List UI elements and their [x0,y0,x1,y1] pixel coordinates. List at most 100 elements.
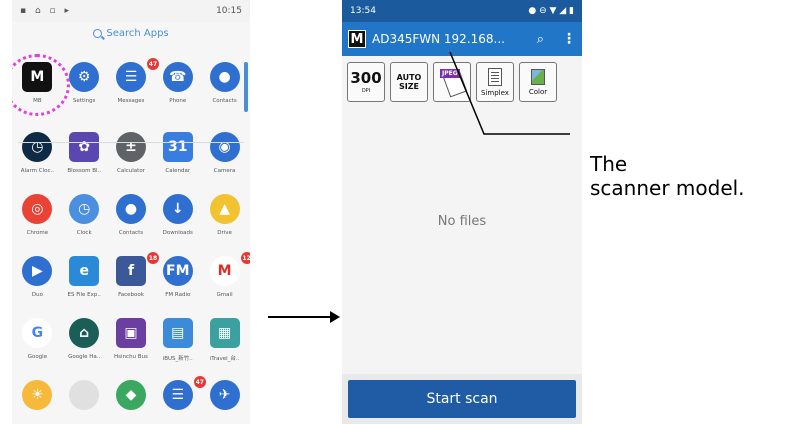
app-item[interactable]: ◷ Clock [61,194,107,256]
app-label: Hsinchu Bus [114,354,148,360]
app-icon: ▶ [22,256,53,286]
app-item[interactable]: ☰ 47 Messages [108,58,159,132]
app-bar: M AD345FWN 192.168... ⌕ ⋮ [342,22,582,56]
app-label: Google Ha.. [68,354,101,360]
app-item[interactable]: ▤ iBUS_新竹.. [155,318,201,380]
app-icon: ⚙ [69,62,100,92]
app-item[interactable]: FM FM Radio [155,256,201,318]
app-item[interactable]: ▦ iTravel_台.. [202,318,248,380]
app-item[interactable]: ◎ Chrome [14,194,60,256]
status-icons: ● ⊖ ▼ ◢ ▮ [528,6,574,16]
app-row: ☀ ◆ ☰ 47 ✈ [12,376,250,424]
app-icon: ✿ [69,132,100,162]
empty-state-text: No files [437,214,487,229]
bottom-bar: Start scan [342,374,582,424]
app-item[interactable]: ↓ Downloads [155,194,201,256]
app-label: Chrome [26,230,49,236]
app-item[interactable]: ▣ Hsinchu Bus [108,318,154,380]
search-apps-label: Search Apps [106,27,169,39]
status-bar: 13:54 ● ⊖ ▼ ◢ ▮ [342,0,582,22]
app-icon: ▲ [209,194,240,224]
callout-text: The scanner model. [590,152,745,200]
resolution-unit: DPI [361,87,371,94]
app-label: FM Radio [165,292,191,298]
app-label: ES File Exp.. [67,292,101,298]
app-item[interactable]: ☀ [14,380,60,424]
resolution-button[interactable]: 300 DPI [347,62,385,102]
app-item[interactable]: f 18 Facebook [108,252,159,318]
notification-badge: 12 [240,252,250,264]
app-item[interactable]: e ES File Exp.. [61,256,107,318]
search-apps-bar[interactable]: Search Apps [12,22,250,44]
search-icon[interactable]: ⌕ [537,32,544,47]
app-drawer-screen: ▪ ⌂ ▫ ▸ 10:15 Search Apps M MB ⚙ Settings ☰ 4… [12,0,250,424]
app-item[interactable]: ⚙ Settings [61,62,107,132]
app-item[interactable]: ✈ [202,380,248,424]
app-icon: ◆ [115,380,146,410]
app-item[interactable]: ☰ 47 [155,376,206,424]
app-icon: ✈ [209,380,240,410]
app-item[interactable]: ▲ Drive [202,194,248,256]
simplex-button[interactable]: Simplex [476,62,514,102]
scanner-app-screen: 13:54 ● ⊖ ▼ ◢ ▮ M AD345FWN 192.168... ⌕ … [342,0,582,424]
scrollbar[interactable] [244,62,248,112]
arrow-right [268,311,340,323]
app-icon: ☀ [22,380,53,410]
app-item[interactable]: ● Contacts [108,194,154,256]
app-icon: M [209,256,240,286]
app-icon: ☰ [115,62,146,92]
scan-settings-toolbar: 300 DPI AUTO SIZE JPEG Simplex Color [342,56,582,108]
app-icon: e [69,256,100,286]
color-mode-button[interactable]: Color [519,62,557,102]
app-item[interactable] [61,380,107,424]
status-time: 10:15 [216,6,242,16]
app-icon: ⌂ [69,318,100,348]
app-icon: f [115,256,146,286]
app-label: Gmail [216,292,233,298]
notification-icons: ▪ ⌂ ▫ ▸ [20,6,73,16]
app-icon: ↓ [162,194,193,224]
status-time: 13:54 [350,6,376,16]
app-icon [69,380,100,410]
app-item[interactable]: ▶ Duo [14,256,60,318]
app-item[interactable]: ● Contacts [202,62,248,132]
app-label: Messages [117,98,145,104]
app-row: ◎ Chrome ◷ Clock ● Contacts ↓ Downloads ▲ Drive [12,194,250,256]
app-item[interactable]: M 12 Gmail [202,252,250,318]
resolution-value: 300 [350,68,382,87]
paper-size-line2: SIZE [398,82,419,91]
app-label: Calendar [165,168,191,174]
paper-size-button[interactable]: AUTO SIZE [390,62,428,102]
canvas: ▪ ⌂ ▫ ▸ 10:15 Search Apps M MB ⚙ Settings ☰ 4… [0,0,808,424]
app-row: ▶ Duo e ES File Exp.. f 18 Facebook FM FM Radio M… [12,252,250,318]
document-icon [488,67,502,86]
app-item[interactable]: ◆ [108,380,154,424]
app-icon: ● [115,194,146,224]
search-icon [93,28,103,38]
app-label: Duo [31,292,43,298]
app-label: Clock [76,230,92,236]
more-options-icon[interactable]: ⋮ [562,31,576,47]
app-icon: G [22,318,53,348]
app-item[interactable]: ☎ Phone [155,62,201,132]
status-bar: ▪ ⌂ ▫ ▸ 10:15 [12,0,250,22]
app-logo: M [348,30,366,48]
app-label: Contacts [212,98,237,104]
app-icon: ▤ [162,318,193,348]
app-icon: ● [209,62,240,92]
app-icon: ◉ [209,132,240,162]
app-label: Blossom Bl.. [67,168,102,174]
scanner-model-title[interactable]: AD345FWN 192.168... [372,32,537,46]
app-item[interactable]: ⌂ Google Ha.. [61,318,107,380]
start-scan-button[interactable]: Start scan [348,380,576,418]
image-icon [531,68,545,85]
app-icon: ☰ [162,380,193,410]
app-icon: ◷ [22,132,53,162]
app-icon: ▣ [115,318,146,348]
divider [18,142,244,143]
app-label: Settings [72,98,96,104]
app-icon: ◎ [22,194,53,224]
callout-line1: The [590,152,628,176]
app-item[interactable]: G Google [14,318,60,380]
file-format-button[interactable]: JPEG [433,62,471,102]
